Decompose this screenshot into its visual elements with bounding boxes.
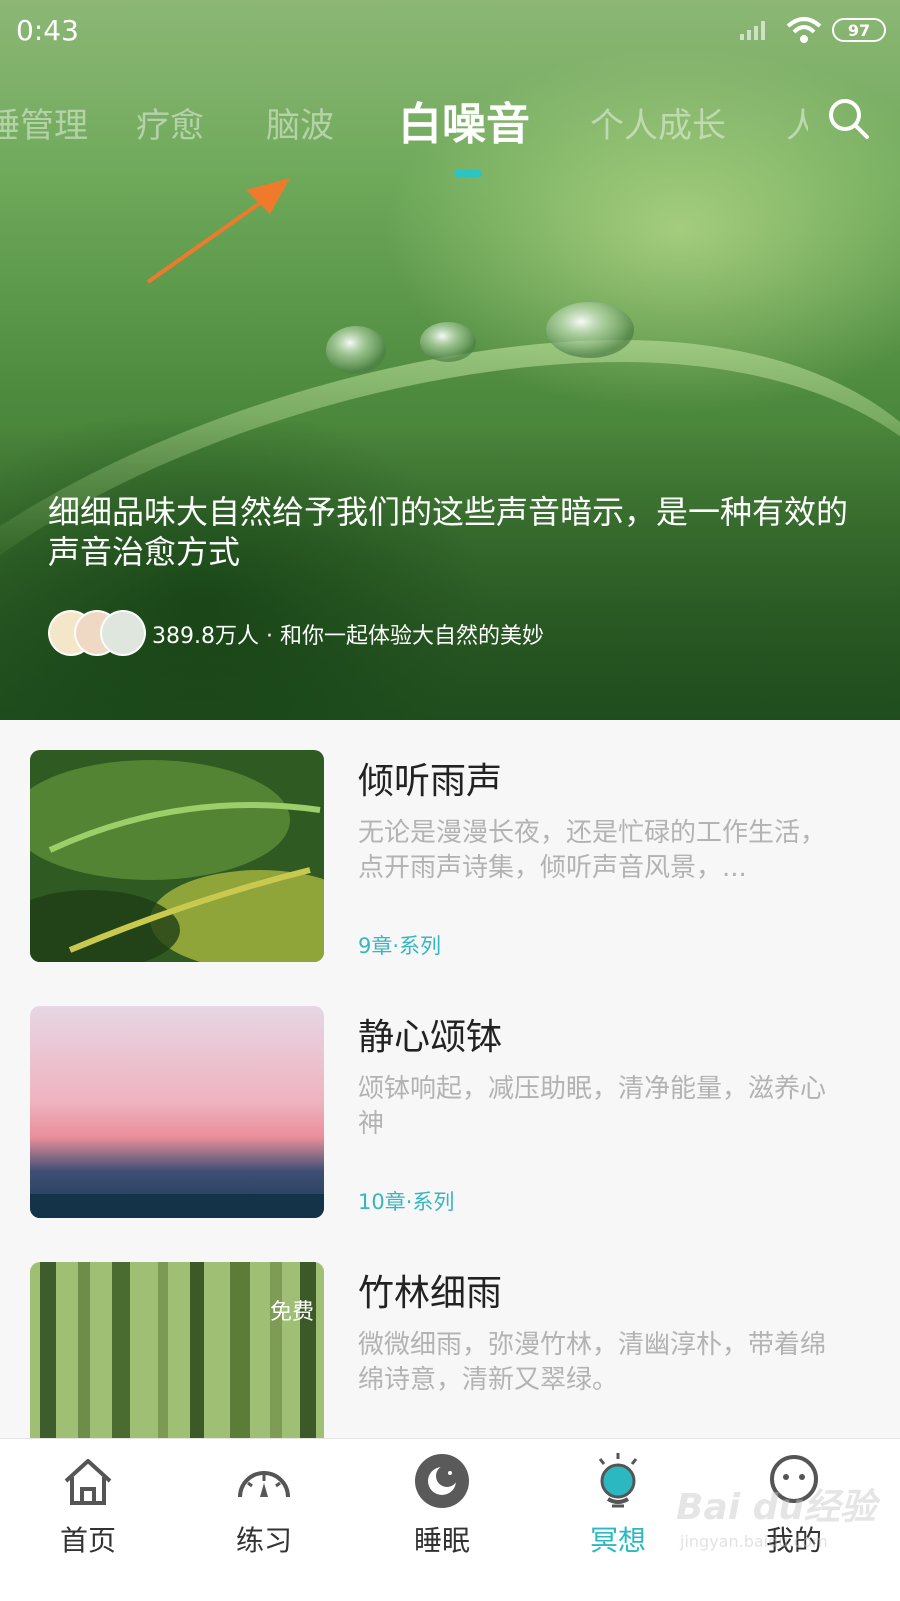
avatar [100,610,146,656]
status-bar: 0:43 97 [0,0,900,62]
nav-practice[interactable]: 练习 [194,1439,334,1601]
battery-icon: 97 [832,18,886,42]
item-chapters: 9章·系列 [358,934,442,958]
signal-icon [740,21,765,40]
thumbnail-sunset-sea [30,1006,324,1218]
nav-label: 练习 [235,1524,292,1557]
list-item[interactable]: 静心颂钵 颂钵响起，减压助眠，清净能量，滋养心神 10章·系列 [0,976,900,1218]
thumbnail-bamboo: 免费 [30,1262,324,1444]
search-icon[interactable] [826,96,872,142]
tab-personal-growth[interactable]: 个人成长 [590,98,726,147]
hero-description: 细细品味大自然给予我们的这些声音暗示，是一种有效的声音治愈方式 [48,493,849,571]
nav-label: 睡眠 [413,1524,470,1557]
annotation-arrow [146,194,272,284]
category-tabs: 睡管理 疗愈 脑波 白噪音 个人成长 人 [0,88,900,158]
item-description: 无论是漫漫长夜，还是忙碌的工作生活，点开雨声诗集，倾听声音风景，... [358,818,827,883]
thumbnail-rain-leaves [30,750,324,962]
watermark-brand: Bai du经验 [676,1487,877,1528]
item-description: 微微细雨，弥漫竹林，清幽淳朴，带着绵绵诗意，清新又翠绿。 [358,1330,827,1395]
item-chapters: 10章·系列 [358,1190,455,1214]
participants-count: 389.8万人 · 和你一起体验大自然的美妙 [152,624,544,649]
item-title: 竹林细雨 [358,1273,503,1314]
nav-label: 首页 [59,1524,116,1557]
moon-icon [415,1454,469,1508]
nav-label: 冥想 [589,1524,646,1557]
tab-white-noise[interactable]: 白噪音 [398,88,530,152]
wifi-icon [786,17,822,43]
status-time: 0:43 [16,14,79,47]
watermark-url: jingyan.baidu.com [680,1532,828,1551]
item-description: 颂钵响起，减压助眠，清净能量，滋养心神 [358,1074,827,1139]
nav-sleep[interactable]: 睡眠 [372,1439,512,1601]
avatar-stack [48,610,152,658]
tab-active-indicator [454,170,482,177]
list-item[interactable]: 倾听雨声 无论是漫漫长夜，还是忙碌的工作生活，点开雨声诗集，倾听声音风景，...… [0,720,900,962]
nav-home[interactable]: 首页 [18,1439,158,1601]
item-title: 静心颂钵 [358,1017,503,1058]
free-badge: 免费 [269,1300,314,1325]
tab-sleep-management[interactable]: 睡管理 [0,98,88,147]
list-item[interactable]: 免费 竹林细雨 微微细雨，弥漫竹林，清幽淳朴，带着绵绵诗意，清新又翠绿。 [0,1232,900,1462]
tab-brainwave[interactable]: 脑波 [266,98,334,147]
nav-meditation[interactable]: 冥想 [548,1439,688,1601]
tab-next-partial[interactable]: 人 [786,98,808,147]
home-icon [64,1459,112,1505]
gauge-icon [238,1471,290,1498]
participants-row: 389.8万人 · 和你一起体验大自然的美妙 [48,610,544,658]
item-title: 倾听雨声 [358,761,503,802]
hero-banner[interactable]: 0:43 97 睡管理 疗愈 脑波 白噪音 个人成长 人 细细品味大自然给予我们… [0,0,900,720]
battery-level: 97 [847,20,871,40]
bulb-icon [598,1453,638,1508]
tab-healing[interactable]: 疗愈 [136,98,204,147]
baidu-watermark: Bai du经验 jingyan.baidu.com [676,1478,886,1568]
